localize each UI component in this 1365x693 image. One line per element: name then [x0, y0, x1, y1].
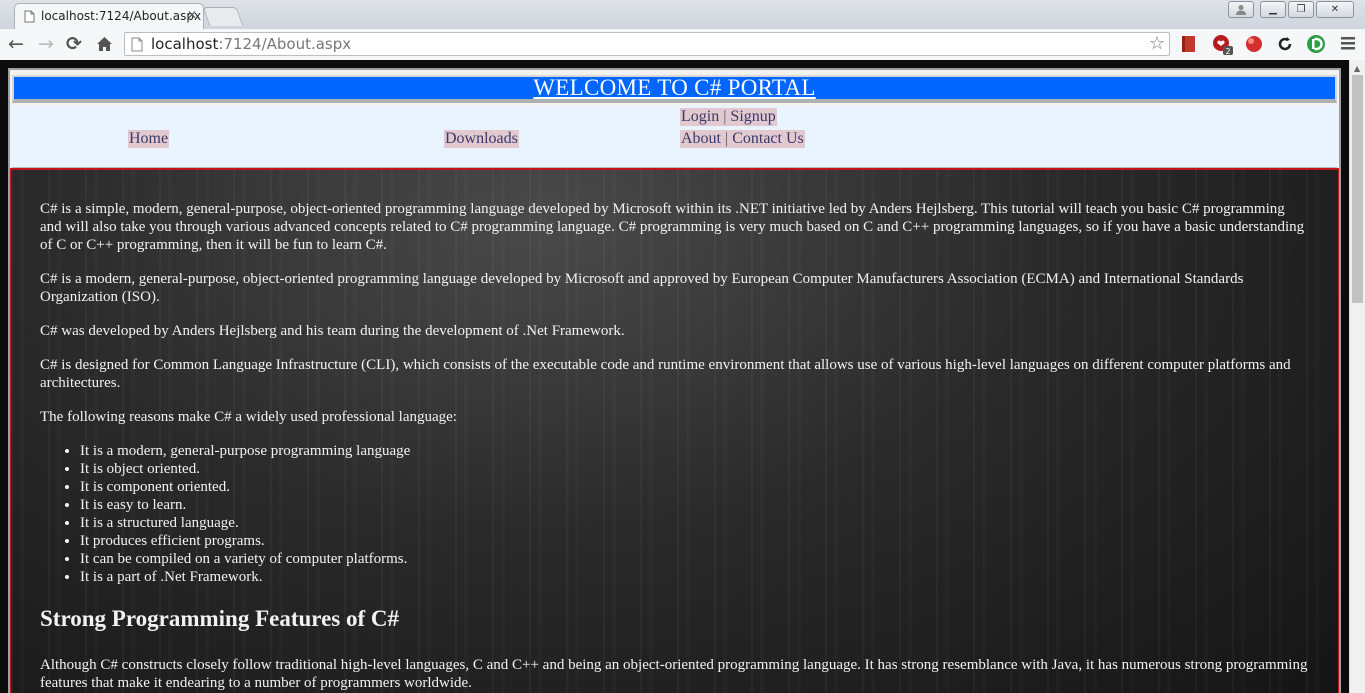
- nav-menu: Home Downloads Login | Signup About | Co…: [12, 106, 1337, 168]
- scroll-up-arrow-icon[interactable]: ▲: [1354, 64, 1360, 73]
- tab-close-icon[interactable]: ✕: [187, 8, 197, 22]
- reload-icon[interactable]: ⟳: [66, 32, 82, 56]
- nav-separator: |: [723, 108, 727, 125]
- url-text: localhost:7124/About.aspx: [151, 35, 352, 53]
- nav-about-contact: About | Contact Us: [680, 130, 805, 148]
- extension-badge-icon[interactable]: ❤ 2: [1212, 34, 1233, 56]
- minimize-icon[interactable]: ▁: [1260, 1, 1286, 18]
- nav-login-signup: Login | Signup: [680, 108, 777, 126]
- nav-signup[interactable]: Signup: [730, 108, 775, 125]
- ecma-paragraph: C# is a modern, general-purpose, object-…: [40, 271, 1244, 305]
- restore-icon[interactable]: ❐: [1288, 1, 1314, 18]
- reasons-intro: The following reasons make C# a widely u…: [40, 409, 457, 425]
- history-paragraph: C# was developed by Anders Hejlsberg and…: [40, 323, 625, 339]
- browser-tab[interactable]: localhost:7124/About.aspx ✕: [14, 3, 204, 29]
- portal-title-link[interactable]: WELCOME TO C# PORTAL: [533, 75, 815, 100]
- cli-paragraph: C# is designed for Common Language Infra…: [40, 357, 1291, 391]
- extension-ball-icon[interactable]: [1244, 34, 1264, 54]
- scrollbar-thumb[interactable]: [1352, 75, 1363, 303]
- address-bar[interactable]: localhost:7124/About.aspx ☆: [124, 32, 1170, 56]
- list-item: It is a part of .Net Framework.: [80, 568, 1310, 586]
- list-item: It can be compiled on a variety of compu…: [80, 550, 1310, 568]
- main-content: C# is a simple, modern, general-purpose,…: [10, 168, 1339, 693]
- list-item: It is component oriented.: [80, 478, 1310, 496]
- profile-area: [1228, 1, 1254, 19]
- bookmark-star-icon[interactable]: ☆: [1149, 33, 1165, 55]
- list-item: It produces efficient programs.: [80, 532, 1310, 550]
- home-icon[interactable]: [96, 32, 113, 59]
- tab-title: localhost:7124/About.aspx: [41, 9, 202, 23]
- svg-text:2: 2: [1225, 47, 1230, 56]
- extension-sync-icon[interactable]: [1275, 34, 1295, 54]
- document-icon: [131, 36, 143, 58]
- new-tab-button[interactable]: [202, 7, 244, 26]
- page-viewport: WELCOME TO C# PORTAL Home Downloads Logi…: [0, 60, 1349, 693]
- forward-icon[interactable]: →: [38, 32, 54, 56]
- list-item: It is a modern, general-purpose programm…: [80, 442, 1310, 460]
- portal-banner: WELCOME TO C# PORTAL: [12, 75, 1337, 103]
- nav-downloads[interactable]: Downloads: [444, 130, 519, 148]
- features-paragraph: Although C# constructs closely follow tr…: [40, 657, 1308, 691]
- menu-icon[interactable]: [1340, 34, 1360, 54]
- list-item: It is object oriented.: [80, 460, 1310, 478]
- nav-separator: |: [725, 130, 729, 147]
- extension-d-icon[interactable]: [1306, 34, 1326, 54]
- nav-contact[interactable]: Contact Us: [732, 130, 804, 147]
- profile-icon[interactable]: [1228, 1, 1254, 18]
- back-icon[interactable]: ←: [8, 32, 24, 56]
- list-item: It is easy to learn.: [80, 496, 1310, 514]
- list-item: It is a structured language.: [80, 514, 1310, 532]
- extension-book-icon[interactable]: [1180, 34, 1200, 54]
- page-icon: [24, 10, 35, 26]
- article: C# is a simple, modern, general-purpose,…: [40, 200, 1310, 693]
- intro-paragraph: C# is a simple, modern, general-purpose,…: [40, 201, 1305, 253]
- nav-about[interactable]: About: [681, 130, 721, 147]
- page-frame: WELCOME TO C# PORTAL Home Downloads Logi…: [8, 68, 1341, 693]
- nav-login[interactable]: Login: [681, 108, 719, 125]
- close-window-icon[interactable]: ✕: [1316, 1, 1354, 18]
- browser-toolbar: ← → ⟳ localhost:7124/About.aspx ☆ ❤ 2: [0, 29, 1365, 61]
- features-heading: Strong Programming Features of C#: [40, 606, 400, 631]
- vertical-scrollbar[interactable]: ▲: [1349, 60, 1365, 693]
- nav-home[interactable]: Home: [128, 130, 170, 148]
- window-controls: ▁ ❐ ✕: [1260, 1, 1354, 19]
- reasons-list: It is a modern, general-purpose programm…: [40, 442, 1310, 586]
- browser-titlebar: localhost:7124/About.aspx ✕ ▁ ❐ ✕: [0, 0, 1365, 29]
